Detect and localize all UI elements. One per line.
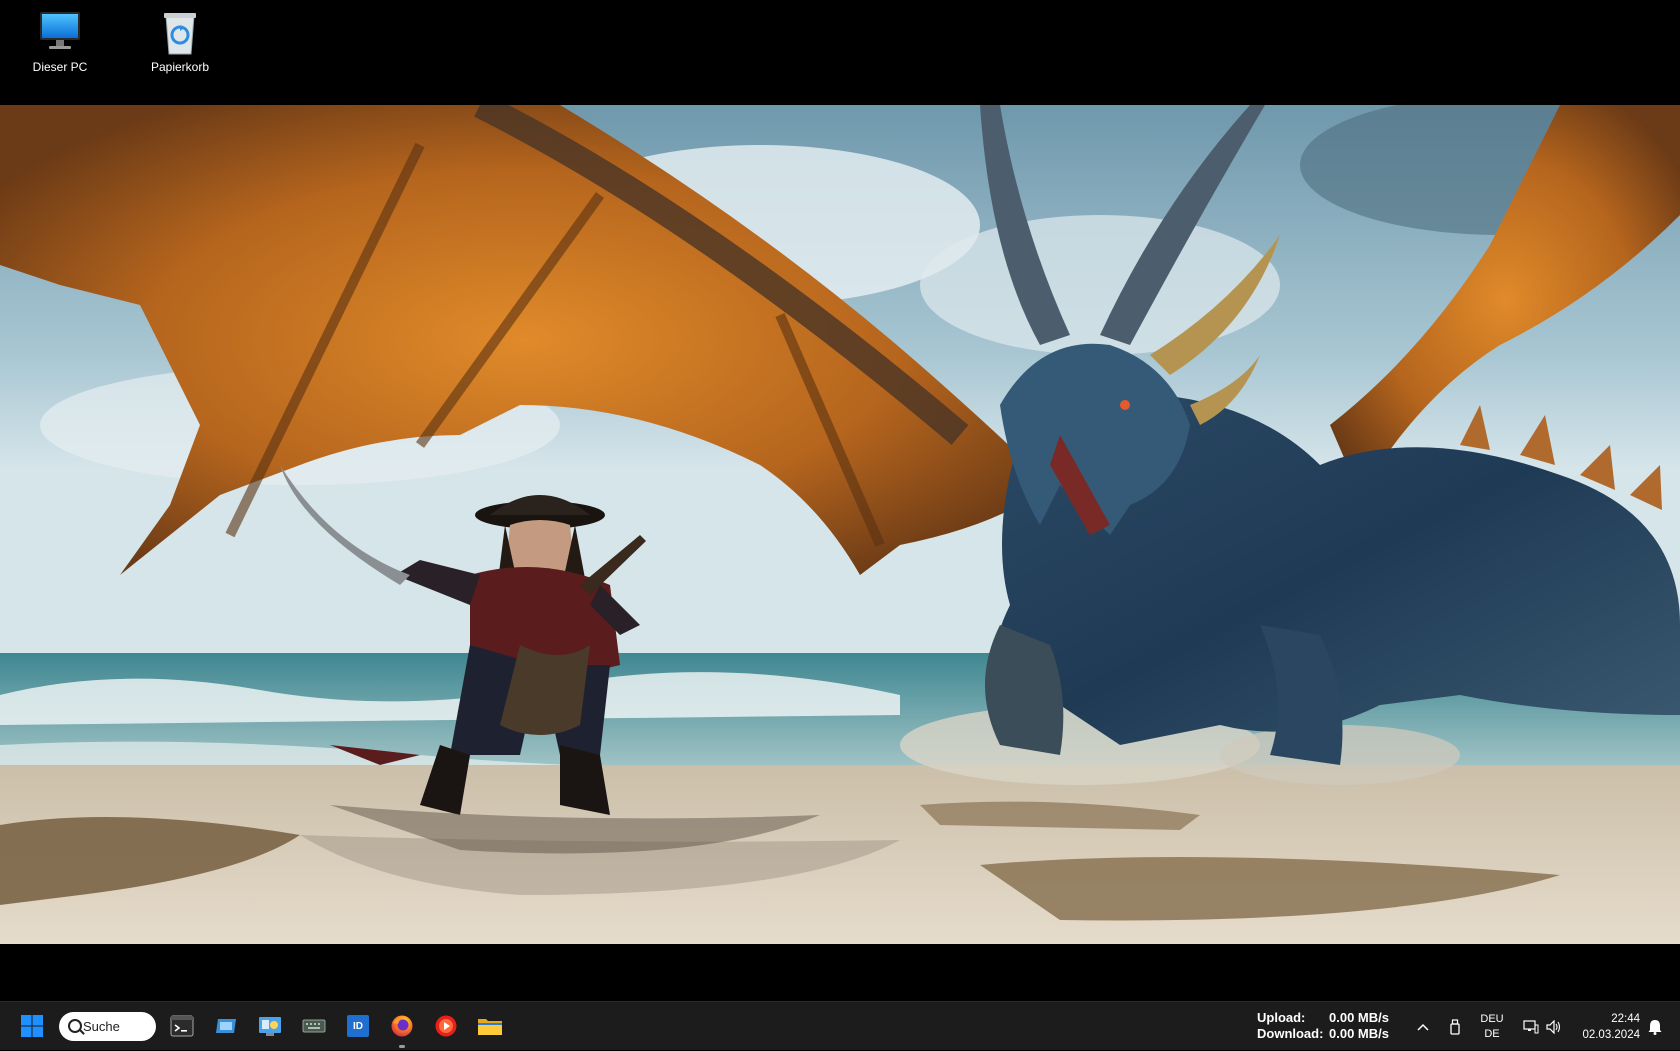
- terminal-icon: [170, 1015, 194, 1037]
- control-panel-icon: [259, 1017, 281, 1036]
- window-capture-icon: [216, 1019, 236, 1033]
- id-icon: ID: [347, 1015, 369, 1037]
- keyboard-layout-code: DE: [1484, 1027, 1500, 1040]
- computer-icon: [36, 8, 84, 56]
- desktop-icon-label: Dieser PC: [32, 60, 88, 74]
- taskbar-app-terminal[interactable]: [164, 1008, 200, 1044]
- start-button[interactable]: [14, 1008, 50, 1044]
- desktop-wallpaper: [0, 105, 1680, 944]
- folder-icon: [478, 1019, 502, 1035]
- usb-drive-icon: [1450, 1018, 1460, 1035]
- taskbar-app-firefox[interactable]: [384, 1008, 420, 1048]
- notifications-button[interactable]: [1644, 1002, 1666, 1051]
- network-icon: [1523, 1019, 1539, 1033]
- media-player-icon: [435, 1015, 457, 1037]
- taskbar-app-file-explorer[interactable]: [472, 1008, 508, 1044]
- taskbar: Suche ID Upload: 0.00 MB/s Download: 0.0…: [0, 1001, 1680, 1050]
- bell-icon: [1648, 1019, 1662, 1035]
- download-label: Download:: [1257, 1026, 1324, 1041]
- desktop-icon-this-pc[interactable]: Dieser PC: [10, 8, 110, 74]
- recycle-bin-icon: [156, 8, 204, 56]
- clock-time: 22:44: [1611, 1013, 1640, 1025]
- chevron-up-icon: [1417, 1023, 1429, 1031]
- running-indicator: [399, 1045, 405, 1048]
- language-code: DEU: [1480, 1012, 1504, 1025]
- taskbar-app-id[interactable]: ID: [340, 1008, 376, 1044]
- firefox-icon: [391, 1015, 413, 1037]
- taskbar-app-keyboard[interactable]: [296, 1008, 332, 1044]
- taskbar-app-screen-capture[interactable]: [208, 1008, 244, 1044]
- download-value: 0.00 MB/s: [1329, 1026, 1389, 1041]
- id-icon-text: ID: [353, 1020, 363, 1032]
- speaker-icon: [1546, 1019, 1561, 1034]
- input-language-button[interactable]: DEU DE: [1474, 1002, 1510, 1051]
- taskbar-app-control-panel[interactable]: [252, 1008, 288, 1044]
- usb-device-button[interactable]: [1444, 1002, 1466, 1051]
- wallpaper-image: [0, 105, 1680, 944]
- network-monitor: Upload: 0.00 MB/s Download: 0.00 MB/s: [1257, 1010, 1389, 1042]
- taskbar-app-media-player[interactable]: [428, 1008, 464, 1044]
- desktop-icon-recycle-bin[interactable]: Papierkorb: [130, 8, 230, 74]
- clock-button[interactable]: 22:44 02.03.2024: [1570, 1011, 1640, 1043]
- windows-logo-icon: [21, 1015, 43, 1037]
- upload-label: Upload:: [1257, 1010, 1306, 1025]
- volume-button[interactable]: [1543, 1002, 1565, 1051]
- upload-value: 0.00 MB/s: [1329, 1010, 1389, 1025]
- clock-date: 02.03.2024: [1582, 1029, 1640, 1041]
- keyboard-icon: [302, 1019, 326, 1033]
- network-status-button[interactable]: [1520, 1002, 1542, 1051]
- search-icon: [68, 1019, 82, 1033]
- search-box[interactable]: Suche: [59, 1012, 156, 1041]
- desktop-icon-label: Papierkorb: [150, 60, 210, 74]
- search-label: Suche: [83, 1019, 120, 1034]
- show-hidden-icons-button[interactable]: [1412, 1002, 1434, 1051]
